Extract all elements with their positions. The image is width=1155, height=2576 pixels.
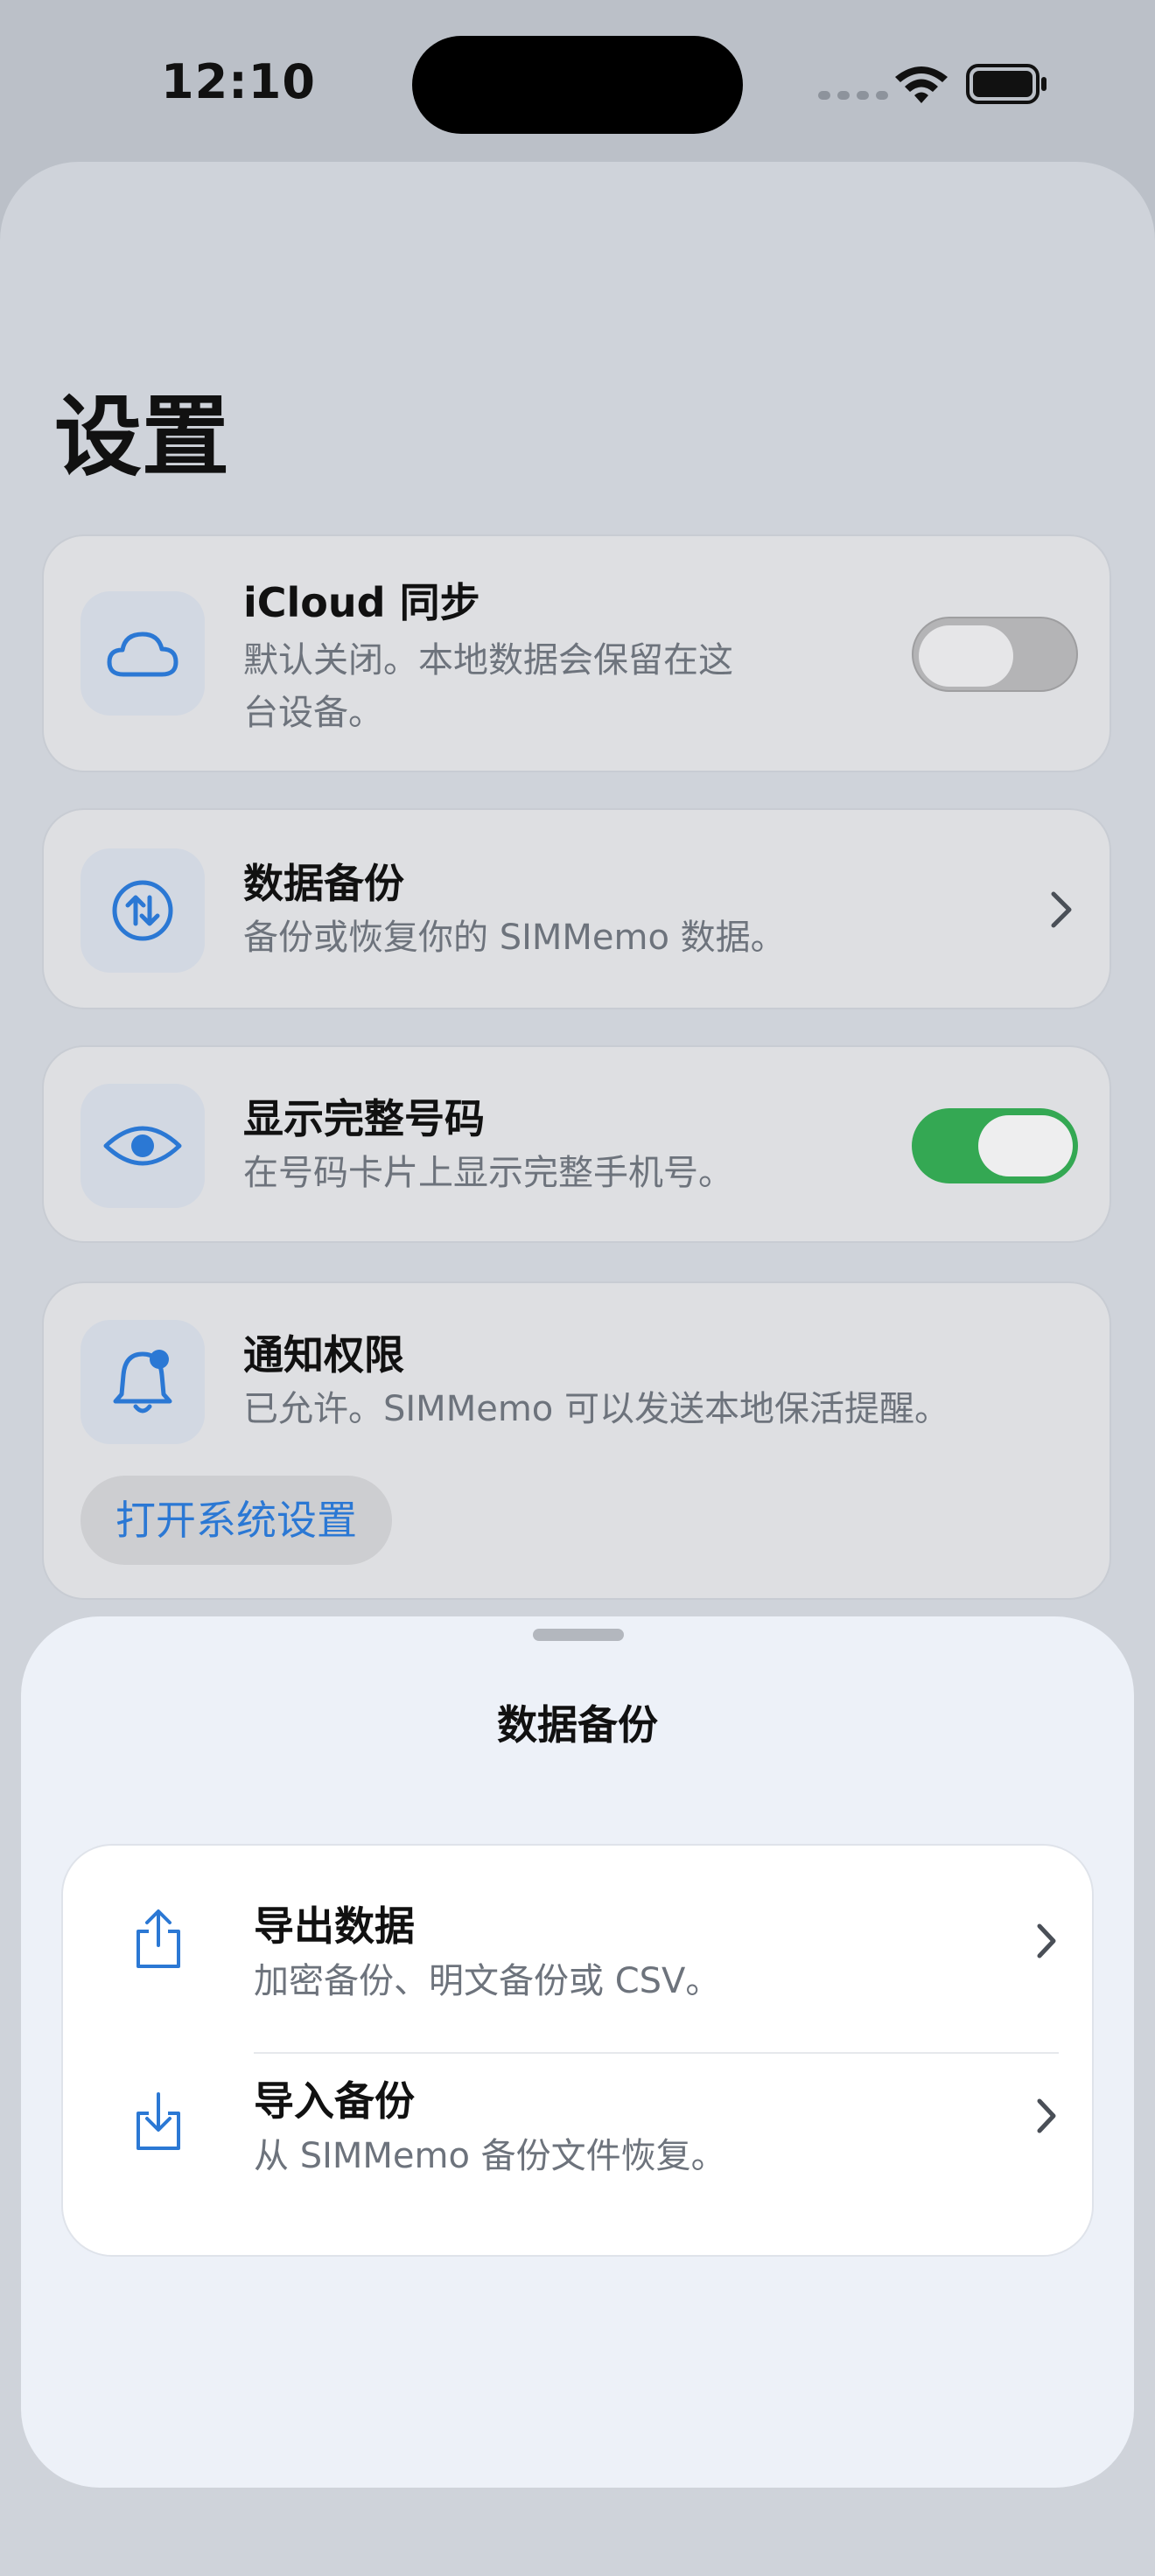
wifi-icon	[895, 66, 948, 103]
dynamic-island	[412, 36, 743, 134]
icloud-sync-card: iCloud 同步 默认关闭。本地数据会保留在这 台设备。	[42, 534, 1111, 772]
icloud-sync-toggle[interactable]	[912, 617, 1078, 692]
import-backup-title: 导入备份	[254, 2077, 415, 2125]
sheet-grabber[interactable]	[533, 1629, 624, 1641]
icloud-desc-line1: 默认关闭。本地数据会保留在这	[243, 640, 733, 681]
bell-badge-icon	[80, 1320, 205, 1444]
show-number-desc: 在号码卡片上显示完整手机号。	[243, 1153, 733, 1193]
backup-title: 数据备份	[243, 860, 404, 907]
status-time: 12:10	[161, 54, 316, 109]
sync-arrows-icon	[80, 848, 205, 973]
notification-title: 通知权限	[243, 1331, 404, 1379]
open-system-settings-button[interactable]: 打开系统设置	[80, 1476, 392, 1565]
import-backup-desc: 从 SIMMemo 备份文件恢复。	[254, 2136, 726, 2176]
show-full-number-toggle[interactable]	[912, 1108, 1078, 1183]
backup-options-list: 导出数据 加密备份、明文备份或 CSV。 导入备份 从 SIMMemo 备份文件…	[61, 1844, 1094, 2257]
show-full-number-card: 显示完整号码 在号码卡片上显示完整手机号。	[42, 1045, 1111, 1243]
backup-card[interactable]: 数据备份 备份或恢复你的 SIMMemo 数据。	[42, 808, 1111, 1009]
icloud-desc-line2: 台设备。	[243, 693, 383, 733]
cloud-icon	[80, 591, 205, 716]
battery-icon	[966, 64, 1046, 104]
export-data-row[interactable]: 导出数据 加密备份、明文备份或 CSV。	[63, 1863, 1092, 2035]
notification-desc: 已允许。SIMMemo 可以发送本地保活提醒。	[243, 1389, 949, 1429]
eye-icon	[80, 1084, 205, 1208]
sheet-title: 数据备份	[497, 1701, 658, 1749]
page-title: 设置	[54, 386, 229, 488]
export-data-desc: 加密备份、明文备份或 CSV。	[254, 1961, 721, 2001]
share-export-icon	[136, 1909, 180, 1968]
show-number-title: 显示完整号码	[243, 1095, 485, 1142]
export-data-title: 导出数据	[254, 1902, 415, 1950]
import-backup-row[interactable]: 导入备份 从 SIMMemo 备份文件恢复。	[63, 2054, 1092, 2225]
cellular-signal-icon	[818, 91, 888, 100]
backup-desc: 备份或恢复你的 SIMMemo 数据。	[243, 918, 786, 958]
chevron-right-icon	[1051, 891, 1072, 928]
chevron-right-icon	[1037, 1923, 1056, 1958]
backup-bottom-sheet: 数据备份 导出数据 加密备份、明文备份或 CSV。 导入备份 从 SIMMemo…	[21, 1616, 1134, 2488]
icloud-title: iCloud 同步	[243, 579, 480, 626]
chevron-right-icon	[1037, 2098, 1056, 2133]
import-icon	[136, 2092, 180, 2150]
notification-permission-card: 通知权限 已允许。SIMMemo 可以发送本地保活提醒。 打开系统设置	[42, 1281, 1111, 1600]
